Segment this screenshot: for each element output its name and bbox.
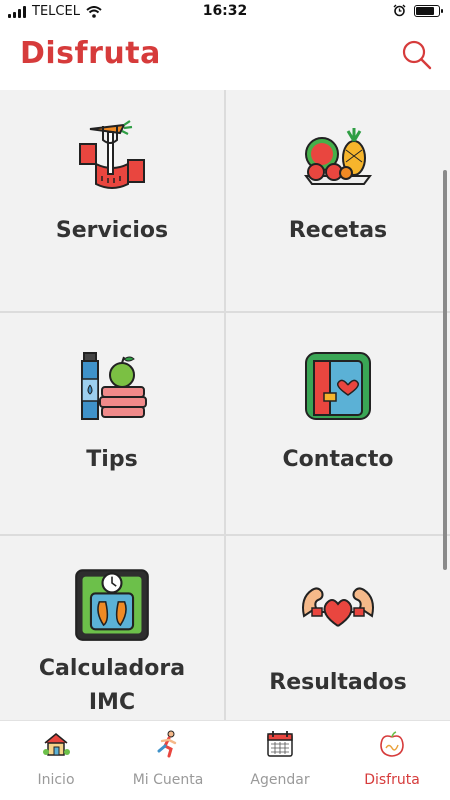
tile-servicios[interactable]: Servicios [0, 90, 224, 311]
search-icon [402, 40, 432, 70]
tab-agendar[interactable]: Agendar [224, 721, 336, 800]
tile-contacto[interactable]: Contacto [226, 313, 450, 534]
page-title: Disfruta [20, 36, 161, 71]
heart-notebook-icon [305, 352, 371, 420]
calendar-icon [267, 731, 293, 757]
tab-label: Disfruta [364, 772, 420, 788]
status-time: 16:32 [202, 3, 248, 19]
tab-bar: Inicio Mi Cuenta Agendar Disfruta [0, 720, 450, 800]
app-header: Disfruta [0, 24, 450, 90]
bottle-apple-towels-icon [81, 352, 147, 420]
menu-grid: Servicios Recetas Tips Contacto Calculad… [0, 90, 450, 720]
fruit-bowl-icon [304, 128, 372, 185]
status-bar: TELCEL 16:32 [0, 0, 450, 24]
bathroom-scale-icon [75, 569, 149, 641]
tile-label: Tips [86, 447, 138, 472]
alarm-icon [393, 4, 406, 17]
scrollbar[interactable] [443, 170, 447, 570]
tile-resultados[interactable]: Resultados [226, 536, 450, 720]
tab-disfruta[interactable]: Disfruta [336, 721, 448, 800]
tile-label-multiline: Calculadora IMC [0, 652, 224, 720]
tile-label-line2: IMC [88, 690, 136, 715]
battery-icon [414, 4, 443, 17]
tab-label: Mi Cuenta [132, 772, 204, 788]
battery-level [416, 6, 434, 15]
tab-label: Agendar [250, 772, 310, 788]
fork-carrot-tape-measure-icon [79, 120, 145, 189]
tile-label: Contacto [282, 447, 394, 472]
tile-label-line1: Calculadora [38, 656, 186, 681]
house-icon [43, 733, 70, 756]
search-button[interactable] [400, 38, 434, 72]
running-person-icon [157, 730, 177, 758]
tab-label: Inicio [37, 772, 75, 788]
tile-calculadora-imc[interactable]: Calculadora IMC [0, 536, 224, 720]
apple-logo-icon [380, 731, 404, 757]
tile-recetas[interactable]: Recetas [226, 90, 450, 311]
tile-label: Resultados [269, 670, 407, 695]
tile-label: Recetas [288, 218, 388, 243]
tile-tips[interactable]: Tips [0, 313, 224, 534]
flexing-heart-icon [302, 587, 374, 627]
tab-mi-cuenta[interactable]: Mi Cuenta [112, 721, 224, 800]
tab-inicio[interactable]: Inicio [0, 721, 112, 800]
tile-label: Servicios [55, 218, 169, 243]
status-right [393, 4, 443, 17]
